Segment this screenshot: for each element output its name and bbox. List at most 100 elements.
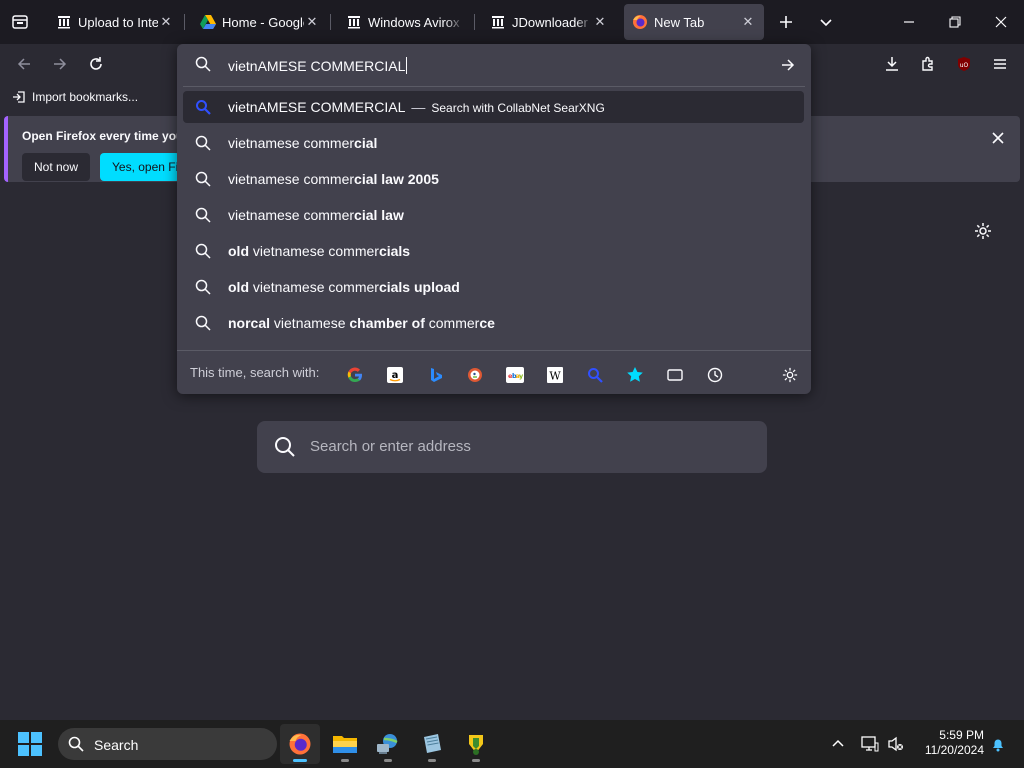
running-indicator — [384, 759, 392, 762]
suggestion-bold-part: cials — [378, 243, 411, 259]
list-all-tabs-button[interactable] — [812, 8, 840, 36]
restore-button[interactable] — [941, 8, 969, 36]
search-bookmarks-button[interactable] — [622, 362, 648, 388]
network-monitor-icon — [861, 736, 879, 752]
tab-separator — [330, 14, 331, 30]
search-icon — [195, 56, 211, 72]
engine-searxng-button[interactable] — [582, 362, 608, 388]
svg-text:a: a — [392, 370, 399, 381]
search-icon — [195, 171, 211, 187]
not-now-button[interactable]: Not now — [22, 153, 91, 181]
search-icon — [68, 736, 84, 752]
tab-new-tab[interactable]: New Tab ✕ — [624, 4, 764, 40]
show-hidden-icons-button[interactable] — [826, 732, 850, 756]
bookmarks-star-icon — [627, 367, 643, 382]
search-suggestion[interactable]: vietnamese commercial — [183, 127, 804, 159]
search-tabs-button[interactable] — [662, 362, 688, 388]
gear-icon — [975, 223, 991, 239]
clock-date: 11/20/2024 — [924, 743, 984, 757]
suggestion-typed-part: commer — [424, 315, 480, 331]
suggestion-search-with-engine[interactable]: vietnAMESE COMMERCIAL — Search with Collab… — [183, 91, 804, 123]
engine-amazon-button[interactable]: a — [382, 362, 408, 388]
searxng-icon — [588, 368, 603, 383]
suggestion-bold-part: old — [228, 279, 249, 295]
notifications-button[interactable] — [986, 732, 1010, 756]
close-tab-icon[interactable]: ✕ — [740, 14, 756, 30]
close-notification-button[interactable] — [986, 126, 1010, 150]
close-window-button[interactable] — [987, 8, 1015, 36]
taskbar-app-network[interactable] — [368, 724, 408, 764]
go-button[interactable] — [775, 52, 801, 78]
newtab-search-box[interactable]: Search or enter address — [257, 421, 767, 473]
search-icon — [195, 315, 211, 331]
reload-button[interactable] — [82, 50, 110, 78]
speaker-muted-icon — [888, 736, 903, 752]
search-settings-button[interactable] — [777, 362, 803, 388]
svg-text:uO: uO — [960, 62, 969, 69]
engine-ebay-button[interactable]: ebay — [502, 362, 528, 388]
firefox-view-button[interactable] — [6, 8, 34, 36]
search-icon — [195, 207, 211, 223]
start-button[interactable] — [18, 732, 42, 756]
download-icon — [886, 57, 898, 71]
back-button[interactable] — [10, 50, 38, 78]
suggestion-bold-part: cial law 2005 — [354, 171, 439, 187]
running-indicator — [472, 759, 480, 762]
search-suggestion[interactable]: old vietnamese commercials — [183, 235, 804, 267]
taskbar-clock[interactable]: 5:59 PM 11/20/2024 — [912, 728, 984, 758]
engine-bing-button[interactable] — [422, 362, 448, 388]
taskbar-app-file-explorer[interactable] — [325, 724, 365, 764]
plus-icon — [780, 16, 792, 28]
taskbar-app-firefox[interactable] — [280, 724, 320, 764]
search-suggestion[interactable]: vietnamese commercial law — [183, 199, 804, 231]
volume-button[interactable] — [884, 732, 908, 756]
close-tab-icon[interactable]: ✕ — [304, 14, 320, 30]
extensions-button[interactable] — [914, 50, 942, 78]
app-menu-button[interactable] — [986, 50, 1014, 78]
ublock-origin-button[interactable]: uO — [950, 50, 978, 78]
minimize-button[interactable] — [895, 8, 923, 36]
suggestion-bold-part: ce — [479, 315, 495, 331]
tab-jdownloader[interactable]: JDownloader 2 Setup ✕ — [482, 4, 616, 40]
import-bookmarks-button[interactable]: Import bookmarks... — [12, 90, 138, 104]
yes-open-firefox-button[interactable]: Yes, open Firefox — [100, 153, 180, 181]
taskbar-app-jdownloader[interactable] — [456, 724, 496, 764]
tab-google-drive[interactable]: Home - Google Drive ✕ — [192, 4, 328, 40]
downloads-button[interactable] — [878, 50, 906, 78]
close-tab-icon[interactable]: ✕ — [158, 14, 174, 30]
engine-wikipedia-button[interactable]: W — [542, 362, 568, 388]
clock-time: 5:59 PM — [939, 728, 984, 742]
firefox-icon — [632, 14, 648, 30]
tab-separator — [474, 14, 475, 30]
taskbar-search-box[interactable]: Search — [58, 728, 277, 760]
engine-google-button[interactable] — [342, 362, 368, 388]
gear-icon — [782, 367, 798, 383]
suggestion-bold-part: old — [228, 243, 249, 259]
taskbar-search-label: Search — [94, 737, 139, 753]
engine-duckduckgo-button[interactable] — [462, 362, 488, 388]
archive-icon — [346, 14, 362, 30]
tab-windows-avirox[interactable]: Windows Avirox — [338, 4, 472, 40]
new-tab-button[interactable] — [772, 8, 800, 36]
windows-logo-icon — [18, 732, 29, 743]
search-icon — [195, 279, 211, 295]
search-suggestion[interactable]: old vietnamese commercials upload — [183, 271, 804, 303]
tab-separator — [184, 14, 185, 30]
bing-icon — [431, 368, 442, 382]
search-suggestion[interactable]: norcal vietnamese chamber of commerce — [183, 307, 804, 339]
search-suggestion[interactable]: vietnamese commercial law 2005 — [183, 163, 804, 195]
windows-logo-icon — [18, 745, 29, 756]
suggestion-bold-part: chamber of — [349, 315, 425, 331]
urlbar-input[interactable]: vietnAMESE COMMERCIAL — [177, 44, 811, 86]
suggestion-text: vietnamese commercial law 2005 — [228, 171, 439, 187]
forward-button[interactable] — [46, 50, 74, 78]
search-history-button[interactable] — [702, 362, 728, 388]
puzzle-icon — [922, 56, 933, 71]
close-tab-icon[interactable]: ✕ — [592, 14, 608, 30]
urlbar-dropdown: vietnAMESE COMMERCIAL vietnAMESE COMMERC… — [177, 44, 811, 394]
taskbar-app-notebook[interactable] — [412, 724, 452, 764]
tab-upload-archive[interactable]: Upload to Internet Archive ✕ — [48, 4, 182, 40]
firefox-view-icon — [12, 15, 28, 29]
newtab-settings-button[interactable] — [970, 218, 996, 244]
network-status-button[interactable] — [858, 732, 882, 756]
